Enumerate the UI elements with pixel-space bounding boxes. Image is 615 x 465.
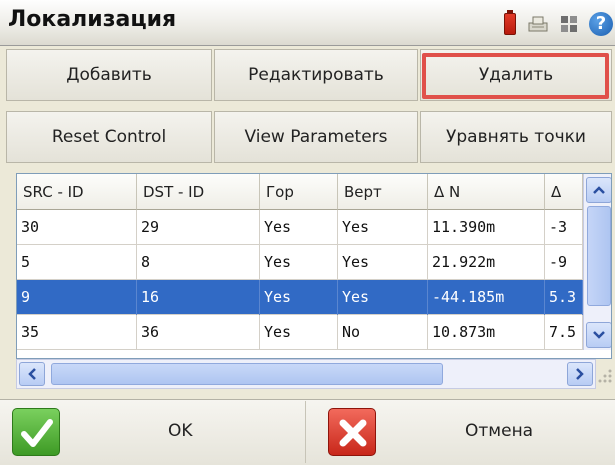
scroll-down-button[interactable] <box>586 322 611 348</box>
vertical-scroll-thumb[interactable] <box>587 206 611 306</box>
column-header-vert[interactable]: Верт <box>338 174 428 210</box>
column-header-src-id[interactable]: SRC - ID <box>17 174 137 210</box>
cell-hor: Yes <box>260 315 338 350</box>
scroll-left-button[interactable] <box>19 362 45 386</box>
chevron-left-icon <box>28 368 36 380</box>
resize-grip-icon[interactable] <box>596 359 614 389</box>
add-button[interactable]: Добавить <box>6 49 212 101</box>
table-row[interactable]: 5 8 Yes Yes 21.922m -9 <box>17 245 583 280</box>
cell-hor: Yes <box>260 280 338 315</box>
level-points-button[interactable]: Уравнять точки <box>420 111 612 163</box>
help-icon[interactable]: ? <box>589 12 613 36</box>
reset-control-button[interactable]: Reset Control <box>6 111 212 163</box>
vertical-scrollbar[interactable] <box>583 174 611 350</box>
chevron-right-icon <box>576 368 584 380</box>
window-title: Локализация <box>8 7 177 32</box>
title-bar: Локализация ? <box>0 0 615 46</box>
chevron-up-icon <box>593 186 605 194</box>
cell-delta-e: 7.5 <box>545 315 583 350</box>
scroll-up-button[interactable] <box>586 177 611 203</box>
cell-src-id: 5 <box>17 245 137 280</box>
cancel-button[interactable]: Отмена <box>310 401 615 463</box>
cell-vert: No <box>338 315 428 350</box>
scroll-right-button[interactable] <box>567 362 593 386</box>
cell-vert: Yes <box>338 210 428 245</box>
delete-button-highlight <box>422 53 609 99</box>
battery-icon <box>504 10 516 35</box>
chevron-down-icon <box>593 331 605 339</box>
cell-delta-e: 5.3 <box>545 280 583 315</box>
device-icon[interactable] <box>527 14 549 34</box>
cell-vert: Yes <box>338 245 428 280</box>
cell-hor: Yes <box>260 210 338 245</box>
horizontal-scroll-thumb[interactable] <box>51 363 443 385</box>
checkmark-icon <box>12 408 60 456</box>
cell-delta-n: -44.185m <box>428 280 545 315</box>
grid-icon[interactable] <box>560 15 578 33</box>
cell-dst-id: 36 <box>137 315 260 350</box>
cancel-label: Отмена <box>465 421 534 441</box>
cell-dst-id: 16 <box>137 280 260 315</box>
column-header-delta-e[interactable]: Δ <box>545 174 583 210</box>
ok-button[interactable]: OK <box>0 401 306 463</box>
cell-hor: Yes <box>260 245 338 280</box>
column-header-dst-id[interactable]: DST - ID <box>137 174 260 210</box>
ok-label: OK <box>168 421 193 441</box>
table-row-selected[interactable]: 9 16 Yes Yes -44.185m 5.3 <box>17 280 583 315</box>
edit-button[interactable]: Редактировать <box>214 49 418 101</box>
cell-dst-id: 8 <box>137 245 260 280</box>
cell-dst-id: 29 <box>137 210 260 245</box>
localization-window: Локализация ? Добавить Редактировать Уда… <box>0 0 615 465</box>
column-header-hor[interactable]: Гор <box>260 174 338 210</box>
view-parameters-button[interactable]: View Parameters <box>214 111 418 163</box>
cell-delta-n: 10.873m <box>428 315 545 350</box>
cell-vert: Yes <box>338 280 428 315</box>
cell-src-id: 9 <box>17 280 137 315</box>
x-icon <box>328 408 376 456</box>
horizontal-scrollbar[interactable] <box>16 359 596 389</box>
column-header-delta-n[interactable]: Δ N <box>428 174 545 210</box>
cell-delta-n: 11.390m <box>428 210 545 245</box>
cell-delta-n: 21.922m <box>428 245 545 280</box>
cell-delta-e: -9 <box>545 245 583 280</box>
cell-src-id: 30 <box>17 210 137 245</box>
cell-delta-e: -3 <box>545 210 583 245</box>
cell-src-id: 35 <box>17 315 137 350</box>
points-table[interactable]: SRC - ID DST - ID Гор Верт Δ N Δ 30 29 Y… <box>16 173 612 359</box>
table-row[interactable]: 35 36 Yes No 10.873m 7.5 <box>17 315 583 350</box>
table-row[interactable]: 30 29 Yes Yes 11.390m -3 <box>17 210 583 245</box>
